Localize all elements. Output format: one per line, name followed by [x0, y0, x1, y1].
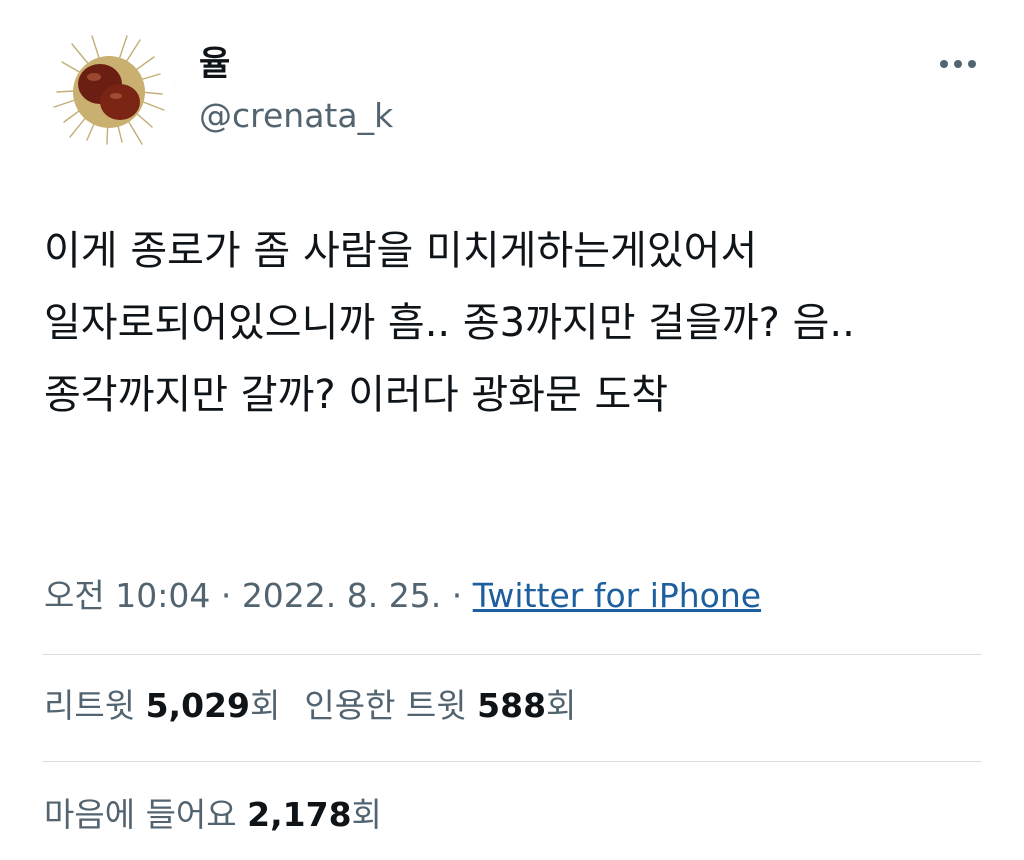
user-handle[interactable]: @crenata_k [199, 96, 393, 136]
divider [42, 654, 982, 655]
display-name[interactable]: 율 [199, 44, 230, 84]
more-dots-icon [940, 60, 976, 68]
retweets-stat[interactable]: 리트윗 5,029회 [44, 684, 280, 728]
avatar[interactable] [42, 22, 176, 156]
tweet-text: 이게 종로가 좀 사람을 미치게하는게있어서 일자로되어있으니까 흠.. 종3까… [44, 228, 855, 418]
chestnut-avatar-icon [42, 22, 176, 156]
quotes-stat[interactable]: 인용한 트윗 588회 [304, 684, 576, 728]
retweets-label: 리트윗 [44, 686, 136, 725]
likes-label: 마음에 들어요 [44, 795, 237, 834]
quotes-label: 인용한 트윗 [304, 686, 467, 725]
likes-stat[interactable]: 마음에 들어요 2,178회 [44, 793, 382, 837]
retweets-count: 5,029 [145, 686, 250, 725]
likes-count: 2,178 [247, 795, 352, 834]
likes-unit: 회 [351, 795, 382, 834]
stats-row: 리트윗 5,029회 인용한 트윗 588회 [44, 684, 576, 728]
more-options-button[interactable] [936, 44, 980, 84]
tweet-time: 오전 10:04 [44, 576, 211, 615]
tweet-date[interactable]: 2022. 8. 25. [242, 576, 441, 615]
quotes-count: 588 [477, 686, 547, 725]
quotes-unit: 회 [546, 686, 577, 725]
tweet-meta: 오전 10:04 · 2022. 8. 25. · Twitter for iP… [44, 574, 761, 618]
tweet-source-link[interactable]: Twitter for iPhone [473, 576, 761, 615]
divider [42, 761, 982, 762]
meta-separator: · [220, 576, 232, 615]
meta-separator: · [451, 576, 463, 615]
likes-row: 마음에 들어요 2,178회 [44, 793, 382, 837]
retweets-unit: 회 [249, 686, 281, 725]
